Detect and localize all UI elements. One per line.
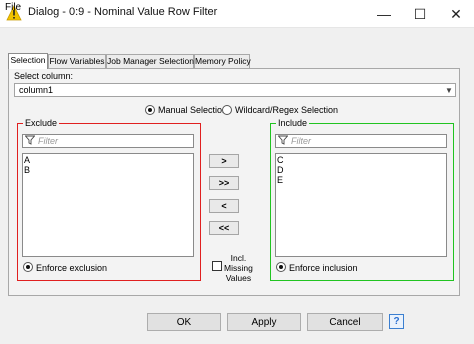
- include-filter-placeholder: Filter: [291, 136, 311, 146]
- column-select[interactable]: column1: [14, 83, 456, 97]
- remove-all-button[interactable]: <<: [209, 221, 239, 235]
- maximize-button[interactable]: ☐: [402, 0, 438, 28]
- enforce-inclusion-label: Enforce inclusion: [289, 263, 358, 273]
- tab-memory-policy[interactable]: Memory Policy: [194, 54, 251, 68]
- filter-icon: [278, 135, 288, 145]
- missing-label-line1: Incl.: [230, 253, 247, 263]
- add-all-button[interactable]: >>: [209, 176, 239, 190]
- exclude-title: Exclude: [23, 118, 60, 128]
- add-button[interactable]: >: [209, 154, 239, 168]
- remove-button[interactable]: <: [209, 199, 239, 213]
- minimize-button[interactable]: —: [366, 0, 402, 28]
- enforce-exclusion-label: Enforce exclusion: [36, 263, 108, 273]
- menu-file[interactable]: File: [5, 2, 21, 13]
- tab-selection[interactable]: Selection: [8, 53, 48, 69]
- include-title: Include: [276, 118, 310, 128]
- exclude-list[interactable]: [22, 153, 194, 257]
- list-item[interactable]: D: [277, 165, 284, 175]
- list-item[interactable]: E: [277, 175, 283, 185]
- include-list[interactable]: [275, 153, 447, 257]
- ok-button[interactable]: OK: [147, 313, 221, 331]
- manual-selection-label: Manual Selection: [158, 105, 228, 115]
- chevron-down-icon[interactable]: ▼: [442, 83, 456, 97]
- select-column-label: Select column:: [14, 71, 74, 81]
- cancel-button[interactable]: Cancel: [307, 313, 383, 331]
- exclude-filter-placeholder: Filter: [38, 136, 58, 146]
- list-item[interactable]: A: [24, 155, 30, 165]
- filter-icon: [25, 135, 35, 145]
- list-item[interactable]: B: [24, 165, 30, 175]
- missing-label-line2: Missing: [224, 263, 253, 273]
- enforce-exclusion-radio[interactable]: [23, 262, 33, 272]
- wildcard-selection-radio[interactable]: [222, 105, 232, 115]
- wildcard-selection-label: Wildcard/Regex Selection: [235, 105, 339, 115]
- manual-selection-radio[interactable]: [145, 105, 155, 115]
- include-missing-values-label: Incl. Missing Values: [224, 253, 253, 283]
- include-missing-values-checkbox[interactable]: [212, 261, 222, 271]
- tab-job-manager-selection[interactable]: Job Manager Selection: [106, 54, 194, 68]
- list-item[interactable]: C: [277, 155, 284, 165]
- help-icon[interactable]: ?: [389, 314, 404, 329]
- window-title: Dialog - 0:9 - Nominal Value Row Filter: [28, 6, 218, 18]
- enforce-inclusion-radio[interactable]: [276, 262, 286, 272]
- close-button[interactable]: ✕: [438, 0, 474, 28]
- missing-label-line3: Values: [225, 273, 252, 283]
- menu-bar: [0, 28, 474, 46]
- apply-button[interactable]: Apply: [227, 313, 301, 331]
- tab-flow-variables[interactable]: Flow Variables: [48, 54, 106, 68]
